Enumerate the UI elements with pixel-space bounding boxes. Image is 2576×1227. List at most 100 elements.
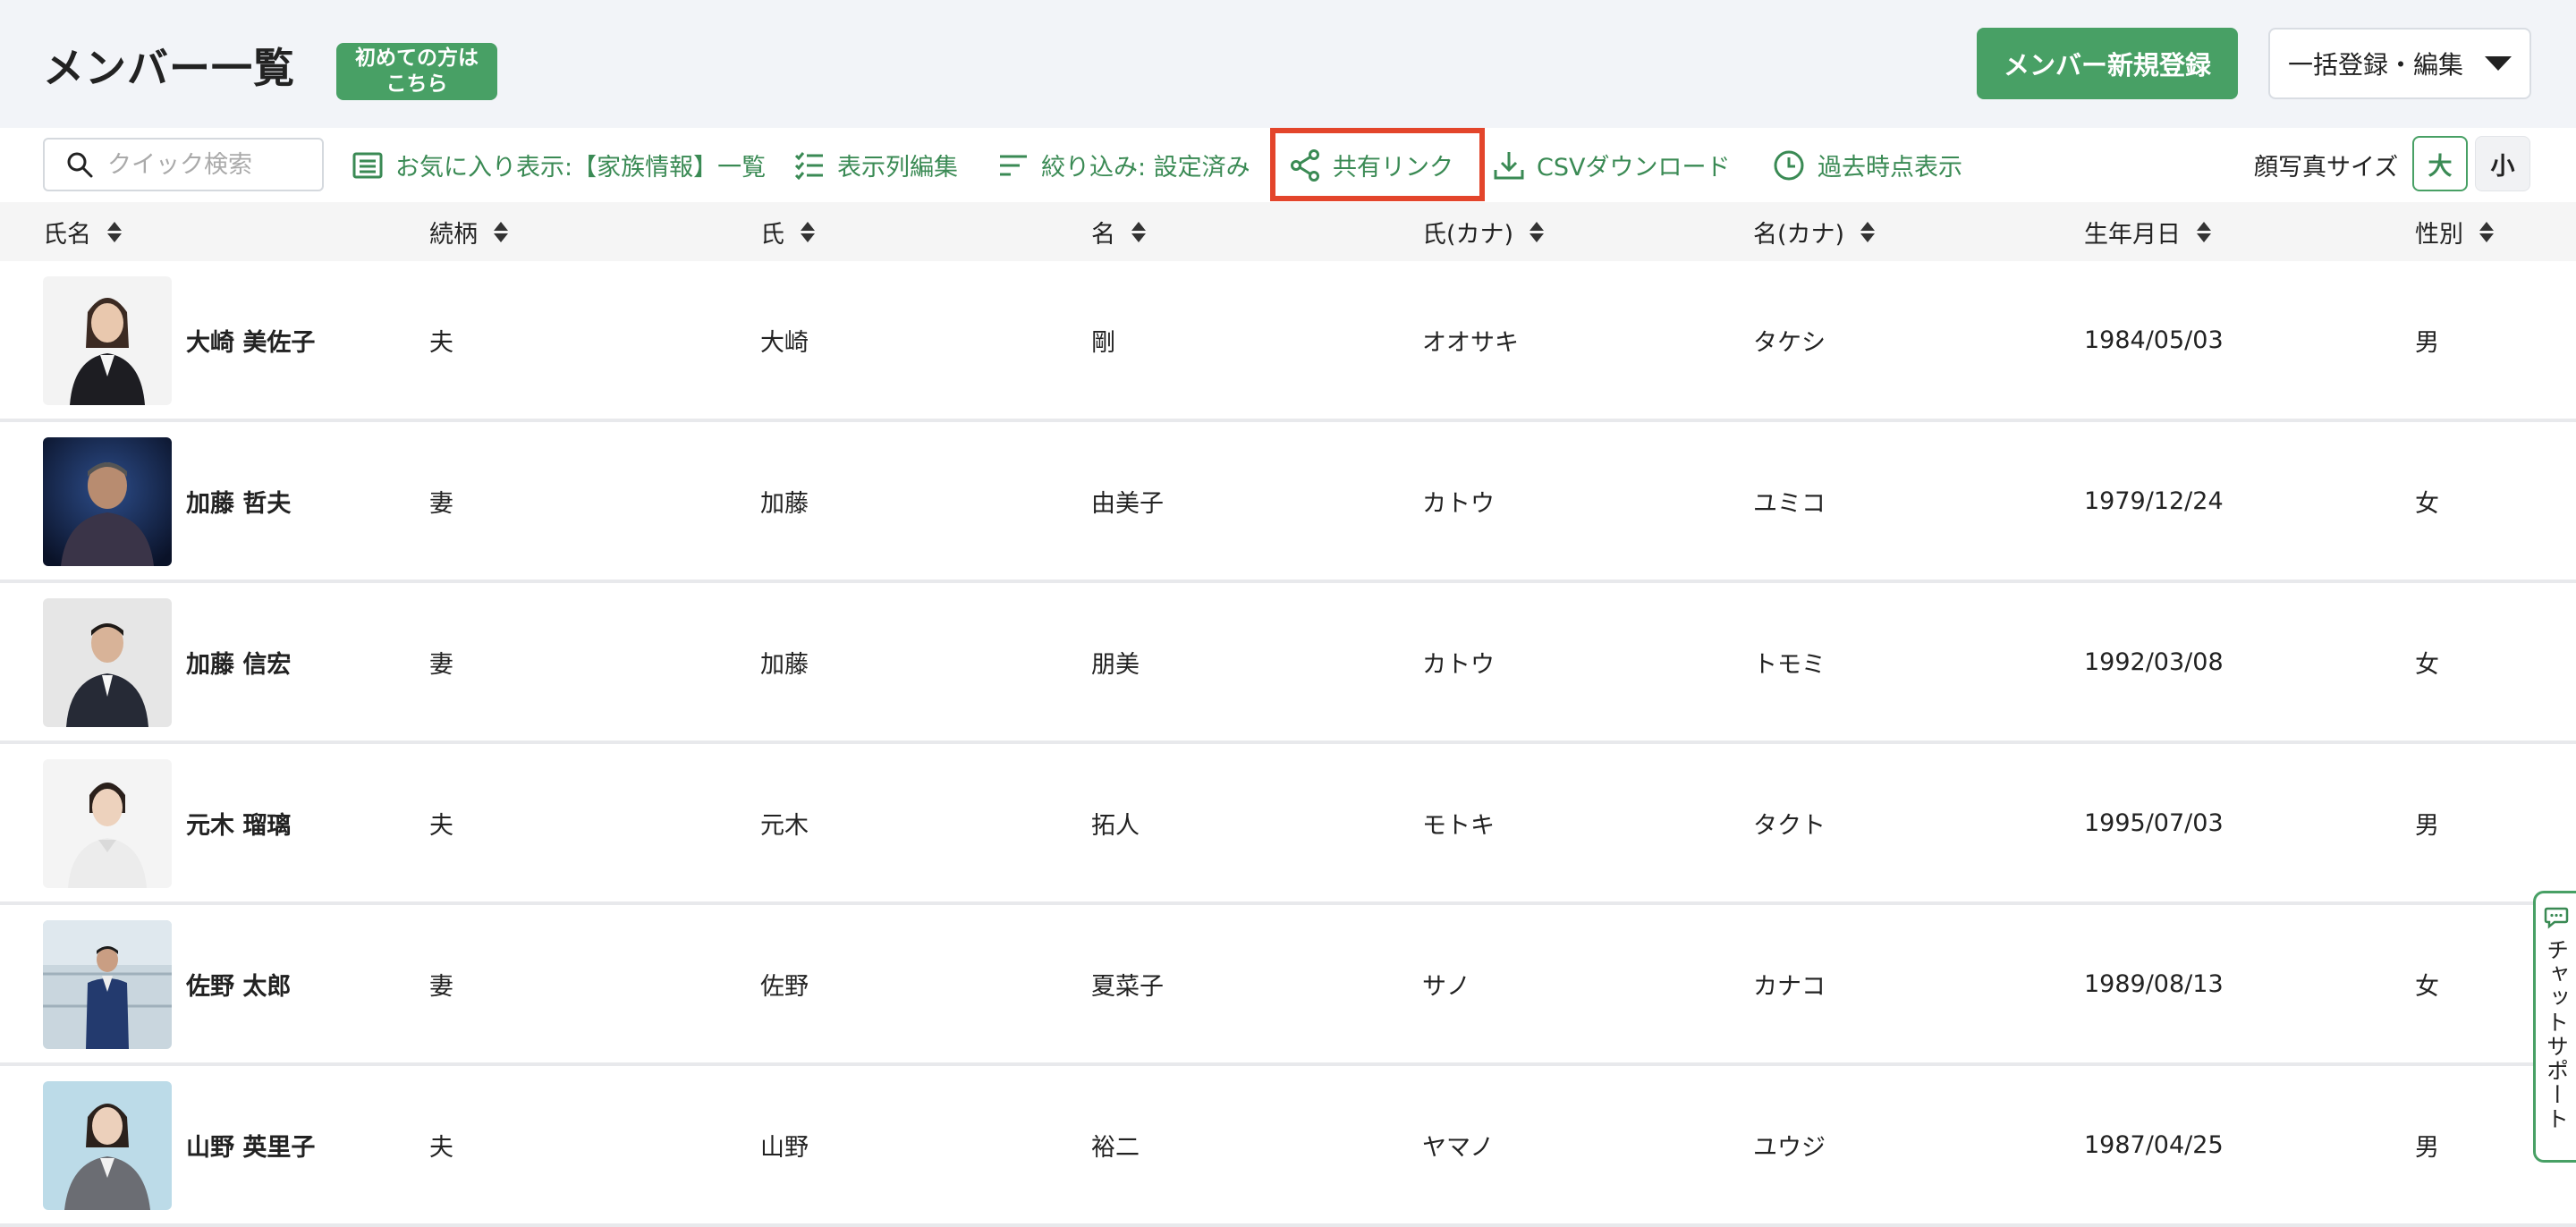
- first-name-cell: 由美子: [1091, 489, 1164, 518]
- birthday-cell: 1979/12/24: [2084, 487, 2224, 515]
- highlight-frame: [1270, 128, 1485, 201]
- edit-columns-button[interactable]: 表示列編集: [794, 128, 958, 202]
- new-member-button[interactable]: メンバー新規登録: [1977, 28, 2238, 99]
- relation-cell: 妻: [429, 972, 453, 1001]
- sort-icon: [1860, 221, 1876, 242]
- bulk-edit-label: 一括登録・編集: [2287, 50, 2463, 80]
- chevron-down-icon: [2485, 56, 2512, 71]
- relation-cell: 夫: [429, 811, 453, 840]
- member-name[interactable]: 佐野 太郎: [186, 905, 291, 1062]
- filter-label: 絞り込み: 設定済み: [1041, 154, 1250, 182]
- relation-cell: 妻: [429, 650, 453, 679]
- member-name[interactable]: 元木 瑠璃: [186, 744, 291, 901]
- table-row[interactable]: 山野 英里子 夫 山野 裕二 ヤマノ ユウジ 1987/04/25 男: [0, 1066, 2576, 1227]
- gender-cell: 女: [2415, 489, 2439, 518]
- last-name-kana-cell: モトキ: [1422, 811, 1495, 840]
- checklist-icon: [794, 151, 823, 180]
- toolbar: お気に入り表示:【家族情報】一覧 表示列編集 絞り込み: 設定済み 共有リンク: [0, 128, 2576, 203]
- column-header-label: 名: [1091, 220, 1115, 249]
- member-photo: [43, 1081, 172, 1210]
- first-name-kana-cell: トモミ: [1753, 650, 1826, 679]
- sort-icon: [1131, 221, 1146, 242]
- chat-support-tab[interactable]: チャットサポート: [2533, 891, 2576, 1163]
- last-name-cell: 大崎: [760, 328, 809, 357]
- sort-icon: [801, 221, 815, 242]
- relation-cell: 夫: [429, 1133, 453, 1162]
- sort-icon: [2197, 221, 2211, 242]
- last-name-kana-cell: ヤマノ: [1422, 1133, 1495, 1162]
- bulk-edit-dropdown[interactable]: 一括登録・編集: [2268, 28, 2531, 99]
- gender-cell: 男: [2415, 811, 2439, 840]
- first-name-cell: 夏菜子: [1091, 972, 1164, 1001]
- column-header-name[interactable]: 氏名: [43, 202, 122, 261]
- column-header-gender[interactable]: 性別: [2415, 202, 2494, 261]
- favorites-view-button[interactable]: お気に入り表示:【家族情報】一覧: [352, 128, 766, 202]
- column-header-last-name[interactable]: 氏: [760, 202, 815, 261]
- past-view-label: 過去時点表示: [1818, 154, 1962, 182]
- sort-icon: [1530, 221, 1545, 242]
- column-header-first-name-kana[interactable]: 名(カナ): [1753, 202, 1876, 261]
- first-name-kana-cell: タケシ: [1753, 328, 1826, 357]
- first-name-cell: 朋美: [1091, 650, 1140, 679]
- gender-cell: 女: [2415, 972, 2439, 1001]
- column-header-relation[interactable]: 続柄: [429, 202, 508, 261]
- photo-size-label: 顔写真サイズ: [2254, 154, 2399, 182]
- table-row[interactable]: 加藤 信宏 妻 加藤 朋美 カトウ トモミ 1992/03/08 女: [0, 583, 2576, 744]
- first-name-kana-cell: タクト: [1753, 811, 1826, 840]
- photo-size-large-button[interactable]: 大: [2412, 136, 2468, 191]
- relation-cell: 夫: [429, 328, 453, 357]
- table-row[interactable]: 佐野 太郎 妻 佐野 夏菜子 サノ カナコ 1989/08/13 女: [0, 905, 2576, 1066]
- member-name[interactable]: 大崎 美佐子: [186, 261, 315, 419]
- member-name[interactable]: 山野 英里子: [186, 1066, 315, 1223]
- column-header-label: 氏名: [43, 220, 91, 249]
- gender-cell: 男: [2415, 1133, 2439, 1162]
- last-name-cell: 加藤: [760, 489, 809, 518]
- relation-cell: 妻: [429, 489, 453, 518]
- csv-download-button[interactable]: CSVダウンロード: [1494, 128, 1730, 202]
- gender-cell: 女: [2415, 650, 2439, 679]
- member-photo: [43, 437, 172, 566]
- beginner-guide-button[interactable]: 初めての方は こちら: [336, 43, 497, 100]
- search-input[interactable]: [106, 149, 306, 180]
- csv-download-label: CSVダウンロード: [1537, 154, 1731, 182]
- download-icon: [1494, 151, 1524, 179]
- last-name-kana-cell: オオサキ: [1422, 328, 1519, 357]
- first-name-kana-cell: ユミコ: [1753, 489, 1826, 518]
- page-header: メンバー一覧 初めての方は こちら メンバー新規登録 一括登録・編集: [0, 0, 2576, 128]
- column-header-birthday[interactable]: 生年月日: [2084, 202, 2211, 261]
- birthday-cell: 1989/08/13: [2084, 969, 2224, 998]
- member-photo: [43, 276, 172, 405]
- table-row[interactable]: 加藤 哲夫 妻 加藤 由美子 カトウ ユミコ 1979/12/24 女: [0, 422, 2576, 583]
- member-photo: [43, 598, 172, 727]
- first-name-cell: 拓人: [1091, 811, 1140, 840]
- table-row[interactable]: 大崎 美佐子 夫 大崎 剛 オオサキ タケシ 1984/05/03 男: [0, 261, 2576, 422]
- past-view-button[interactable]: 過去時点表示: [1773, 128, 1962, 202]
- column-header-label: 名(カナ): [1753, 220, 1845, 249]
- favorites-view-label: お気に入り表示:【家族情報】一覧: [395, 154, 767, 182]
- member-name[interactable]: 加藤 哲夫: [186, 422, 291, 580]
- last-name-kana-cell: サノ: [1422, 972, 1470, 1001]
- birthday-cell: 1984/05/03: [2084, 326, 2224, 354]
- sort-icon: [107, 221, 122, 242]
- last-name-cell: 佐野: [760, 972, 809, 1001]
- last-name-kana-cell: カトウ: [1422, 489, 1495, 518]
- first-name-cell: 裕二: [1091, 1133, 1140, 1162]
- column-header-last-name-kana[interactable]: 氏(カナ): [1422, 202, 1545, 261]
- first-name-cell: 剛: [1091, 328, 1115, 357]
- clock-icon: [1774, 150, 1804, 180]
- birthday-cell: 1992/03/08: [2084, 647, 2224, 676]
- last-name-kana-cell: カトウ: [1422, 650, 1495, 679]
- member-name[interactable]: 加藤 信宏: [186, 583, 291, 740]
- list-icon: [352, 152, 383, 178]
- chat-support-label: チャットサポート: [2543, 938, 2570, 1131]
- table-row[interactable]: 元木 瑠璃 夫 元木 拓人 モトキ タクト 1995/07/03 男: [0, 744, 2576, 905]
- filter-icon: [1000, 155, 1027, 175]
- column-header-first-name[interactable]: 名: [1091, 202, 1146, 261]
- photo-size-small-button[interactable]: 小: [2475, 136, 2530, 191]
- sort-icon: [2479, 221, 2494, 242]
- last-name-cell: 元木: [760, 811, 809, 840]
- filter-button[interactable]: 絞り込み: 設定済み: [998, 128, 1250, 202]
- beginner-guide-line2: こちら: [386, 72, 448, 96]
- member-photo: [43, 920, 172, 1049]
- quick-search[interactable]: [43, 138, 324, 191]
